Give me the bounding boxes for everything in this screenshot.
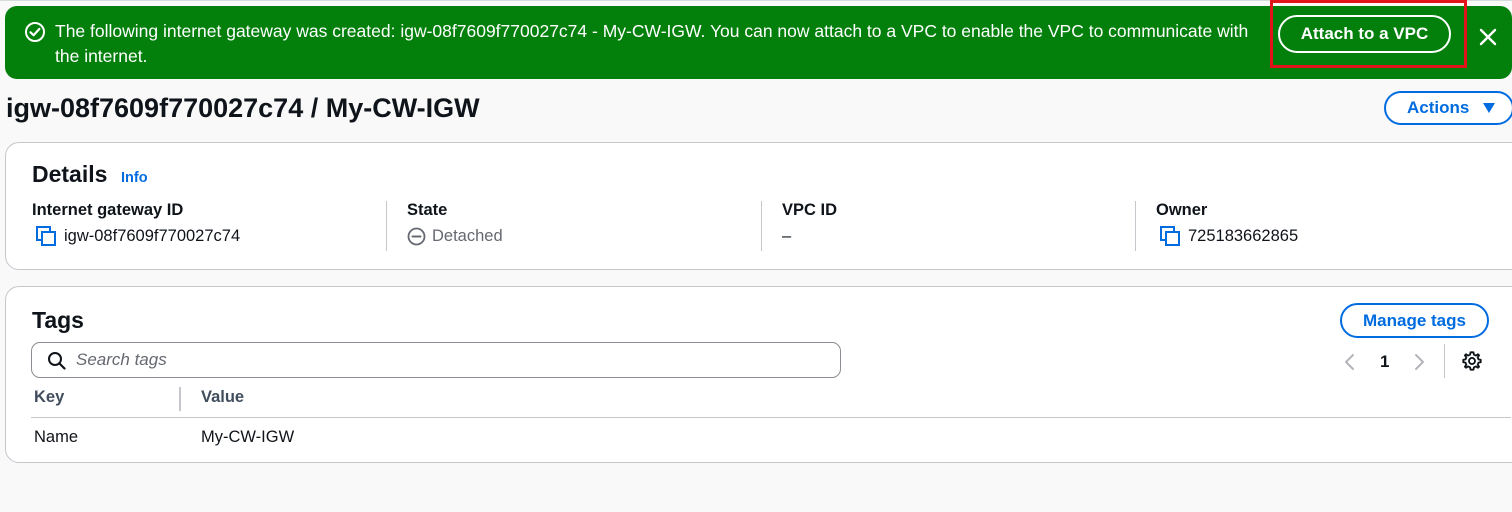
detail-value: – — [782, 227, 792, 245]
attach-to-vpc-button[interactable]: Attach to a VPC — [1278, 15, 1451, 53]
caret-down-icon — [1483, 103, 1495, 113]
column-header-value[interactable]: Value — [201, 388, 244, 407]
pager-divider — [1444, 344, 1445, 378]
column-divider — [386, 201, 387, 251]
detail-internet-gateway-id: Internet gateway ID igw-08f7609f770027c7… — [32, 199, 240, 251]
table-cell-key: Name — [34, 428, 79, 446]
chevron-left-icon[interactable] — [1342, 353, 1358, 371]
details-container: Details Info Internet gateway ID igw-08f… — [5, 142, 1512, 270]
detail-label: VPC ID — [782, 201, 838, 219]
detail-label: Internet gateway ID — [32, 201, 184, 219]
column-resizer[interactable] — [179, 387, 181, 411]
close-icon[interactable] — [1476, 25, 1500, 49]
search-tags-field[interactable] — [31, 342, 841, 378]
column-divider — [1135, 201, 1136, 251]
copy-icon[interactable] — [1159, 225, 1181, 247]
detail-vpc-id: VPC ID – — [782, 199, 837, 251]
detail-label: Owner — [1156, 201, 1208, 219]
detail-owner: Owner 725183662865 — [1156, 199, 1298, 251]
table-cell-value: My-CW-IGW — [201, 428, 295, 446]
gear-icon[interactable] — [1461, 350, 1483, 372]
minus-circle-icon — [407, 227, 426, 245]
tags-heading: Tags — [32, 307, 84, 333]
pagination: 1 — [1342, 347, 1427, 377]
search-input[interactable] — [76, 350, 816, 370]
detail-value: 725183662865 — [1188, 227, 1299, 245]
tags-container: Tags Manage tags 1 Key Value Name My-CW-… — [5, 286, 1512, 463]
actions-label: Actions — [1407, 98, 1470, 117]
copy-icon[interactable] — [35, 225, 57, 247]
details-heading: Details — [32, 161, 108, 187]
detail-value: igw-08f7609f770027c74 — [64, 227, 241, 245]
detail-label: State — [407, 201, 448, 219]
search-icon — [48, 351, 66, 370]
page-number[interactable]: 1 — [1380, 352, 1389, 372]
header-divider — [31, 417, 1511, 418]
page-title: igw-08f7609f770027c74 / My-CW-IGW — [6, 93, 480, 123]
column-header-key[interactable]: Key — [34, 388, 64, 407]
state-value: Detached — [432, 227, 503, 245]
success-flash-banner: The following internet gateway was creat… — [5, 6, 1512, 79]
check-circle-icon — [25, 22, 45, 42]
detail-state: State Detached — [407, 199, 503, 251]
chevron-right-icon[interactable] — [1411, 353, 1427, 371]
actions-dropdown-button[interactable]: Actions — [1384, 91, 1512, 125]
top-divider — [0, 0, 1512, 1]
info-link[interactable]: Info — [121, 170, 148, 186]
flash-message: The following internet gateway was creat… — [55, 21, 1249, 66]
column-divider — [761, 201, 762, 251]
manage-tags-button[interactable]: Manage tags — [1340, 303, 1489, 338]
